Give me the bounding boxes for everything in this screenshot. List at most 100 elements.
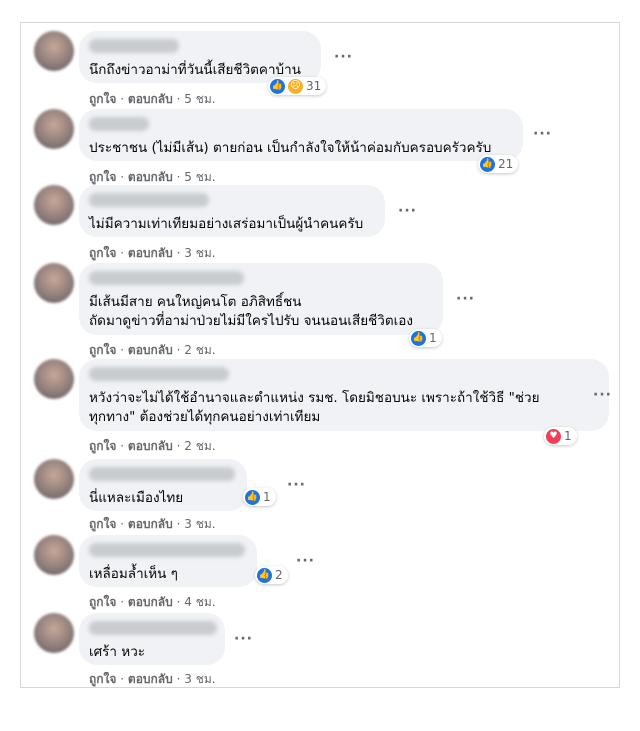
like-action[interactable]: ถูกใจ	[89, 439, 116, 453]
timestamp[interactable]: 2 ชม.	[184, 439, 215, 453]
separator: ·	[176, 672, 181, 686]
comment-text: มีเส้นมีสาย คนใหญ่คนโต อภิสิทธิ์ชน ถัดมา…	[89, 294, 413, 329]
timestamp[interactable]: 5 ชม.	[184, 92, 215, 106]
more-options-icon[interactable]: ···	[533, 126, 552, 142]
sad-icon: ☹	[288, 78, 303, 94]
reply-action[interactable]: ตอบกลับ	[128, 595, 173, 609]
comment-actions: ถูกใจ · ตอบกลับ · 4 ชม.	[89, 593, 216, 612]
timestamp[interactable]: 3 ชม.	[184, 672, 215, 686]
avatar[interactable]	[34, 459, 74, 499]
more-options-icon[interactable]: ···	[593, 387, 612, 403]
commenter-name-blurred[interactable]	[89, 543, 245, 557]
comment-bubble: เศร้า หวะ	[79, 613, 225, 665]
reply-action[interactable]: ตอบกลับ	[128, 92, 173, 106]
comment-actions: ถูกใจ · ตอบกลับ · 2 ชม.	[89, 437, 216, 456]
separator: ·	[176, 343, 181, 357]
avatar[interactable]	[34, 109, 74, 149]
commenter-name-blurred[interactable]	[89, 39, 179, 53]
more-options-icon[interactable]: ···	[398, 203, 417, 219]
separator: ·	[120, 517, 125, 531]
comment-bubble: ประชาชน (ไม่มีเส้น) ตายก่อน เป็นกำลังใจใ…	[79, 109, 523, 161]
commenter-name-blurred[interactable]	[89, 117, 149, 131]
avatar[interactable]	[34, 359, 74, 399]
like-icon: 👍	[411, 330, 426, 346]
comment-bubble: เหลื่อมล้ำเห็น ๆ	[79, 535, 257, 587]
reaction-count: 2	[275, 568, 283, 582]
avatar[interactable]	[34, 613, 74, 653]
separator: ·	[120, 92, 125, 106]
reply-action[interactable]: ตอบกลับ	[128, 439, 173, 453]
like-action[interactable]: ถูกใจ	[89, 170, 116, 184]
separator: ·	[176, 246, 181, 260]
reply-action[interactable]: ตอบกลับ	[128, 170, 173, 184]
commenter-name-blurred[interactable]	[89, 193, 209, 207]
like-icon: 👍	[480, 156, 495, 172]
comment-actions: ถูกใจ · ตอบกลับ · 3 ชม.	[89, 515, 216, 534]
comments-panel: นึกถึงข่าวอาม่าที่วันนี้เสียชีวิตคาบ้าน …	[20, 22, 620, 688]
reaction-summary[interactable]: 👍 21	[478, 155, 519, 173]
more-options-icon[interactable]: ···	[456, 291, 475, 307]
reaction-count: 1	[564, 429, 572, 443]
timestamp[interactable]: 3 ชม.	[184, 517, 215, 531]
comment-bubble: ไม่มีความเท่าเทียมอย่างเสร่อมาเป็นผู้นำค…	[79, 185, 385, 237]
separator: ·	[120, 439, 125, 453]
reply-action[interactable]: ตอบกลับ	[128, 343, 173, 357]
reaction-count: 1	[429, 331, 437, 345]
separator: ·	[120, 672, 125, 686]
reaction-summary[interactable]: ♥ 1	[544, 427, 577, 445]
more-options-icon[interactable]: ···	[287, 477, 306, 493]
like-action[interactable]: ถูกใจ	[89, 246, 116, 260]
comment-text: ไม่มีความเท่าเทียมอย่างเสร่อมาเป็นผู้นำค…	[89, 216, 364, 232]
reaction-count: 31	[306, 79, 322, 93]
reaction-summary[interactable]: 👍 1	[243, 488, 276, 506]
separator: ·	[176, 170, 181, 184]
comment-text: หวังว่าจะไม่ได้ใช้อำนาจและตำแหน่ง รมช. โ…	[89, 390, 540, 425]
like-icon: 👍	[270, 78, 285, 94]
comment-text: ประชาชน (ไม่มีเส้น) ตายก่อน เป็นกำลังใจใ…	[89, 140, 492, 156]
timestamp[interactable]: 4 ชม.	[184, 595, 215, 609]
separator: ·	[176, 517, 181, 531]
timestamp[interactable]: 3 ชม.	[184, 246, 215, 260]
timestamp[interactable]: 5 ชม.	[184, 170, 215, 184]
more-options-icon[interactable]: ···	[334, 49, 353, 65]
avatar[interactable]	[34, 535, 74, 575]
reaction-summary[interactable]: 👍 2	[255, 566, 288, 584]
love-icon: ♥	[546, 428, 561, 444]
commenter-name-blurred[interactable]	[89, 271, 244, 285]
comment-text: นี่แหละเมืองไทย	[89, 490, 184, 506]
avatar[interactable]	[34, 263, 74, 303]
comment-actions: ถูกใจ · ตอบกลับ · 5 ชม.	[89, 90, 216, 109]
comment-actions: ถูกใจ · ตอบกลับ · 2 ชม.	[89, 341, 216, 360]
commenter-name-blurred[interactable]	[89, 467, 235, 481]
like-action[interactable]: ถูกใจ	[89, 517, 116, 531]
separator: ·	[176, 595, 181, 609]
reaction-summary[interactable]: 👍 ☹ 31	[268, 77, 327, 95]
comment-bubble: หวังว่าจะไม่ได้ใช้อำนาจและตำแหน่ง รมช. โ…	[79, 359, 609, 431]
avatar[interactable]	[34, 185, 74, 225]
like-action[interactable]: ถูกใจ	[89, 595, 116, 609]
more-options-icon[interactable]: ···	[296, 553, 315, 569]
reaction-summary[interactable]: 👍 1	[409, 329, 442, 347]
like-action[interactable]: ถูกใจ	[89, 92, 116, 106]
like-action[interactable]: ถูกใจ	[89, 343, 116, 357]
separator: ·	[120, 170, 125, 184]
reaction-count: 21	[498, 157, 514, 171]
commenter-name-blurred[interactable]	[89, 367, 229, 381]
separator: ·	[120, 343, 125, 357]
comment-bubble: นี่แหละเมืองไทย	[79, 459, 247, 511]
avatar[interactable]	[34, 31, 74, 71]
reply-action[interactable]: ตอบกลับ	[128, 517, 173, 531]
separator: ·	[176, 92, 181, 106]
like-action[interactable]: ถูกใจ	[89, 672, 116, 686]
like-icon: 👍	[257, 567, 272, 583]
reaction-count: 1	[263, 490, 271, 504]
separator: ·	[120, 246, 125, 260]
comment-bubble: นึกถึงข่าวอาม่าที่วันนี้เสียชีวิตคาบ้าน	[79, 31, 321, 83]
reply-action[interactable]: ตอบกลับ	[128, 246, 173, 260]
commenter-name-blurred[interactable]	[89, 621, 217, 635]
reply-action[interactable]: ตอบกลับ	[128, 672, 173, 686]
comment-text: เศร้า หวะ	[89, 644, 146, 660]
timestamp[interactable]: 2 ชม.	[184, 343, 215, 357]
more-options-icon[interactable]: ···	[234, 631, 253, 647]
comment-text: เหลื่อมล้ำเห็น ๆ	[89, 566, 178, 582]
